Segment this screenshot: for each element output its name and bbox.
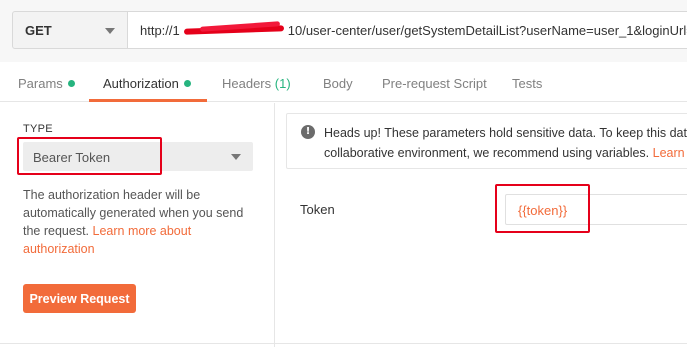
- tab-pre-request-script[interactable]: Pre-request Script: [382, 76, 487, 91]
- method-select[interactable]: GET: [12, 11, 128, 49]
- active-tab-indicator: [89, 99, 207, 102]
- notice-line-1: Heads up! These parameters hold sensitiv…: [324, 126, 687, 140]
- highlight-box: [17, 137, 162, 175]
- url-suffix: 10/user-center/user/getSystemDetailList?…: [287, 23, 687, 38]
- highlight-box: [495, 184, 590, 233]
- auth-type-panel: TYPE Bearer Token The authorization head…: [0, 103, 275, 347]
- auth-description: The authorization header will be automat…: [23, 186, 263, 258]
- request-bar: GET http://1 10/user-center/user/getSyste…: [0, 0, 687, 62]
- tab-authorization-label: Authorization: [103, 76, 179, 91]
- exclamation-icon: !: [301, 125, 315, 139]
- tab-headers-label: Headers: [222, 76, 272, 91]
- tab-body-label: Body: [323, 76, 353, 91]
- request-tabs: Params Authorization Headers (1) Body Pr…: [0, 62, 687, 102]
- notice-learn-link[interactable]: Learn: [653, 146, 685, 160]
- divider: [0, 343, 687, 344]
- notice-line-2: collaborative environment, we recommend …: [324, 146, 650, 160]
- url-input[interactable]: http://1 10/user-center/user/getSystemDet…: [128, 11, 687, 49]
- tab-pre-request-script-label: Pre-request Script: [382, 76, 487, 91]
- type-label: TYPE: [23, 123, 53, 135]
- tab-authorization[interactable]: Authorization: [103, 76, 191, 91]
- tab-params-label: Params: [18, 76, 63, 91]
- status-dot-icon: [183, 80, 191, 87]
- url-prefix: http://1: [140, 23, 180, 38]
- chevron-down-icon: [105, 28, 115, 34]
- redaction-mark: [180, 21, 288, 37]
- chevron-down-icon: [231, 154, 241, 160]
- tab-tests-label: Tests: [512, 76, 543, 91]
- tab-headers[interactable]: Headers (1): [222, 76, 291, 91]
- preview-request-button[interactable]: Preview Request: [23, 284, 136, 313]
- tab-body[interactable]: Body: [323, 76, 353, 91]
- status-dot-icon: [67, 80, 75, 87]
- token-label: Token: [300, 202, 335, 217]
- sensitive-data-notice: ! Heads up! These parameters hold sensit…: [286, 113, 687, 169]
- tab-tests[interactable]: Tests: [512, 76, 542, 91]
- notice-text: Heads up! These parameters hold sensitiv…: [324, 123, 687, 163]
- method-label: GET: [25, 23, 52, 38]
- headers-count: (1): [274, 76, 291, 91]
- tab-params[interactable]: Params: [18, 76, 75, 91]
